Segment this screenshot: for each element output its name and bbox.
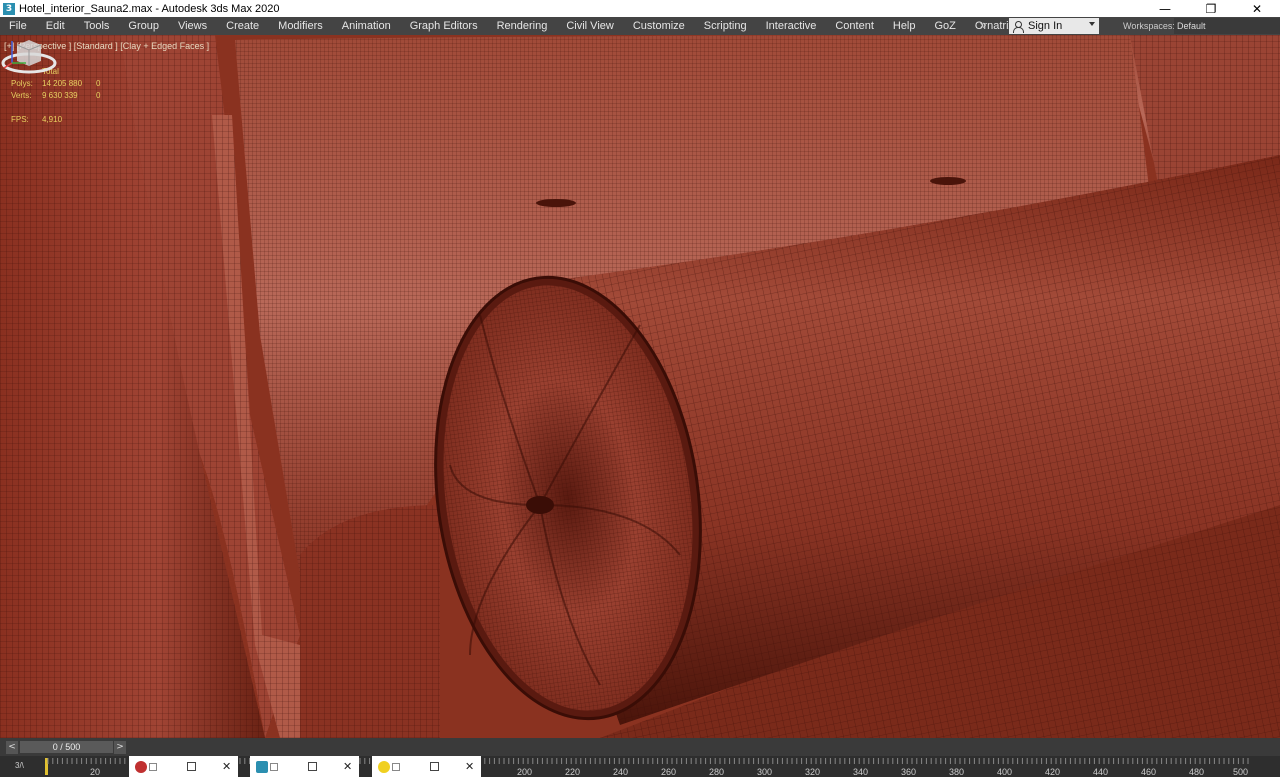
viewport-render [0,35,1280,738]
menu-graph-editors[interactable]: Graph Editors [400,17,487,35]
axis-tripod-icon [3,41,26,69]
previous-frame-button[interactable]: < [6,740,18,754]
menu-group[interactable]: Group [118,17,168,35]
perspective-viewport[interactable]: [+] [Perspective ] [Standard ] [Clay + E… [0,35,1280,738]
close-icon[interactable]: ✕ [222,760,231,773]
menu-create[interactable]: Create [216,17,268,35]
chevron-down-icon [1089,22,1095,26]
window-icon [392,762,400,771]
polys-selected: 0 [96,79,101,88]
app-icon: 3 [3,2,15,15]
menu-customize[interactable]: Customize [623,17,694,35]
menu-modifiers[interactable]: Modifiers [268,17,332,35]
menu-interactive[interactable]: Interactive [756,17,826,35]
user-icon [1012,20,1024,33]
smiley-icon [378,760,390,773]
verts-label: Verts: [11,91,32,100]
tick-label: 340 [853,767,869,777]
tick-label: 480 [1189,767,1205,777]
verts-selected: 0 [96,91,101,100]
stats-verts-row: Verts: 9 630 339 0 [11,90,100,102]
tick-label: 240 [613,767,629,777]
time-slider[interactable]: 0 / 500 [20,741,113,753]
window-title: Hotel_interior_Sauna2.max - Autodesk 3ds… [19,2,280,15]
tick-label: 420 [1045,767,1061,777]
menu-goz[interactable]: GoZ [925,17,965,35]
workspace-select[interactable]: Default [1174,18,1280,34]
restore-button[interactable]: ❐ [1188,0,1234,17]
minimize-button[interactable]: — [1142,0,1188,17]
close-icon[interactable]: ✕ [343,760,352,773]
window-titlebar: 3 Hotel_interior_Sauna2.max - Autodesk 3… [0,0,1280,17]
tick-label: 500 [1233,767,1249,777]
menu-edit[interactable]: Edit [36,17,74,35]
maximize-icon[interactable] [308,762,317,771]
floating-window-3[interactable]: ✕ [372,756,481,777]
menu-views[interactable]: Views [168,17,216,35]
tick-label: 260 [661,767,677,777]
tick-label: 460 [1141,767,1157,777]
workspaces-label: Workspaces: [1123,21,1175,31]
menu-animation[interactable]: Animation [332,17,400,35]
floating-window-2[interactable]: ✕ [250,756,359,777]
tick-label: 20 [90,767,101,777]
tick-label: 200 [517,767,533,777]
menu-tools[interactable]: Tools [74,17,119,35]
verts-value: 9 630 339 [42,91,78,100]
tick-label: 380 [949,767,965,777]
tick-label: 280 [709,767,725,777]
menu-help[interactable]: Help [883,17,925,35]
track-bar[interactable]: 3/\ 20 200 220 240 260 280 300 320 340 3… [0,756,1280,777]
tick-label: 440 [1093,767,1109,777]
stats-polys-row: Polys: 14 205 880 0 [11,78,100,90]
menu-file[interactable]: File [0,17,36,35]
window-controls: — ❐ ✕ [1142,0,1280,17]
maximize-icon[interactable] [430,762,439,771]
fps-label: FPS: [11,115,29,124]
window-icon [270,762,278,771]
menu-civil-view[interactable]: Civil View [556,17,622,35]
tick-label: 300 [757,767,773,777]
max-icon [256,760,268,773]
app-icon [135,760,147,773]
polys-value: 14 205 880 [42,79,83,88]
menu-overflow-icon[interactable]: » [975,17,991,35]
stats-fps-row: FPS: 4,910 [11,114,100,126]
menu-rendering[interactable]: Rendering [487,17,557,35]
floating-window-1[interactable]: ✕ [129,756,238,777]
menu-bar: File Edit Tools Group Views Create Modif… [0,17,1280,35]
tick-label: 400 [997,767,1013,777]
window-icon [149,762,157,771]
sign-in-label: Sign In [1028,20,1063,32]
menu-content[interactable]: Content [825,17,883,35]
tick-label: 220 [565,767,581,777]
fps-value: 4,910 [42,115,63,124]
time-slider-bar: < 0 / 500 > [0,738,1280,756]
sign-in-dropdown[interactable]: Sign In [1009,18,1099,34]
close-icon[interactable]: ✕ [465,760,474,773]
polys-label: Polys: [11,79,33,88]
maximize-icon[interactable] [187,762,196,771]
tick-label: 360 [901,767,917,777]
next-frame-button[interactable]: > [114,741,126,754]
menu-scripting[interactable]: Scripting [694,17,756,35]
close-button[interactable]: ✕ [1234,0,1280,17]
tick-label: 320 [805,767,821,777]
